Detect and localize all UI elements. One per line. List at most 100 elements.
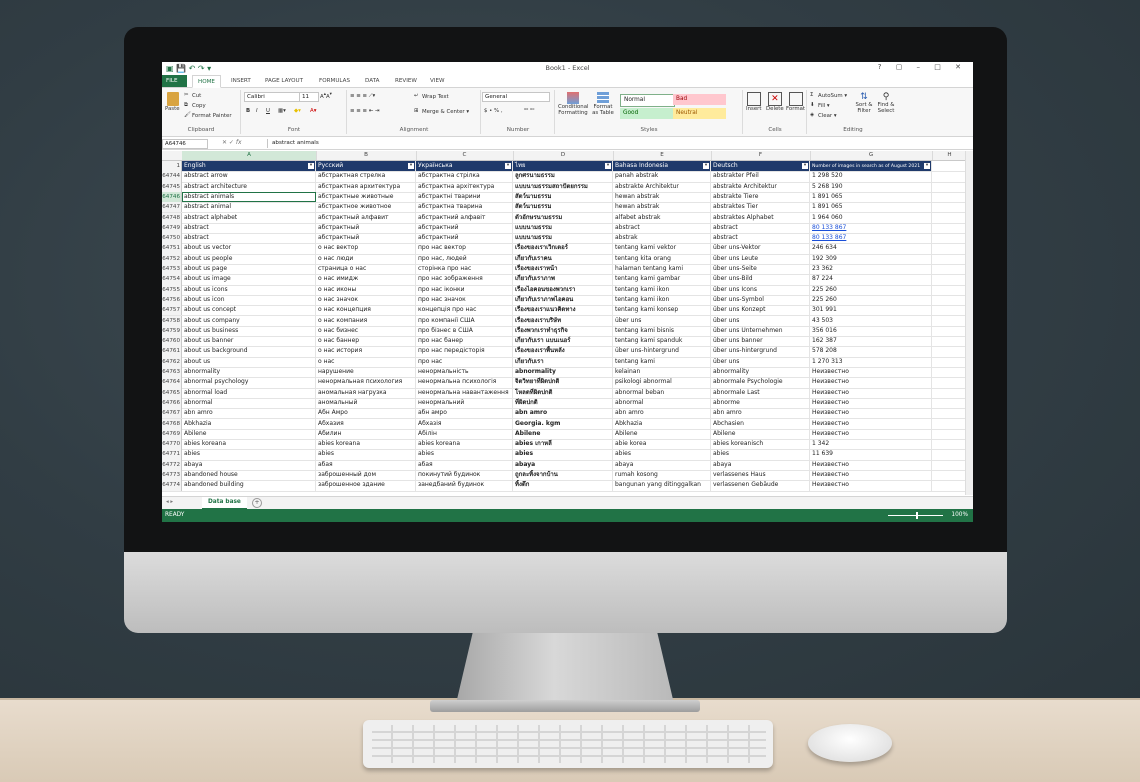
table-cell[interactable]: abies เกาหลี	[513, 439, 613, 450]
table-cell[interactable]: Неизвестно	[810, 377, 932, 388]
table-cell[interactable]: สัตว์นามธรรม	[513, 202, 613, 213]
table-cell[interactable]: 246 634	[810, 243, 932, 254]
table-cell[interactable]: ненормальная психология	[316, 377, 416, 388]
table-cell[interactable]: Abchasien	[711, 418, 810, 429]
table-cell[interactable]: verlassenen Gebäude	[711, 480, 810, 491]
table-cell[interactable]: о нас концепция	[316, 305, 416, 316]
table-cell[interactable]: Abkhazia	[182, 418, 316, 429]
font-name-dropdown[interactable]: Calibri	[244, 92, 300, 102]
row-number[interactable]: 64768	[162, 418, 182, 429]
table-cell[interactable]: hewan abstrak	[613, 202, 711, 213]
table-cell[interactable]: ненормальна психологія	[416, 377, 513, 388]
table-cell[interactable]: tentang kami	[613, 356, 711, 367]
table-cell[interactable]	[932, 418, 967, 429]
table-cell[interactable]: абстрактный алфавит	[316, 212, 416, 223]
table-cell[interactable]: абстрактні тварини	[416, 191, 513, 203]
table-cell[interactable]: about us icon	[182, 294, 316, 306]
number-format-dropdown[interactable]: General	[482, 92, 550, 102]
table-cell[interactable]: Неизвестно	[810, 408, 932, 419]
table-cell[interactable]: tentang kita orang	[613, 253, 711, 264]
zoom-level[interactable]: 100%	[951, 512, 968, 518]
table-cell[interactable]	[932, 356, 967, 367]
table-cell[interactable]: abandoned building	[182, 480, 316, 491]
table-cell[interactable]: абстрактна тварина	[416, 202, 513, 213]
table-cell[interactable]: สัตว์นามธรรม	[513, 191, 613, 203]
fill-button[interactable]: ⬇ Fill ▾	[810, 102, 830, 109]
font-color-icon[interactable]: A▾	[310, 108, 316, 114]
italic-button[interactable]: I	[256, 108, 258, 114]
table-cell[interactable]: über uns Unternehmen	[711, 325, 810, 337]
row-number[interactable]: 64748	[162, 212, 182, 223]
table-cell[interactable]	[932, 315, 967, 326]
table-cell[interactable]: абстрактное животное	[316, 202, 416, 213]
table-cell[interactable]: 225 260	[810, 284, 932, 295]
table-cell[interactable]: tentang kami ikon	[613, 294, 711, 306]
table-cell[interactable]: about us vector	[182, 243, 316, 254]
table-cell[interactable]: занедбаний будинок	[416, 480, 513, 491]
table-cell[interactable]: เรื่องของเราพื้นหลัง	[513, 346, 613, 357]
row-number[interactable]: 64764	[162, 377, 182, 388]
header-cell[interactable]: Deutsch ▾	[711, 161, 810, 172]
table-cell[interactable]: о нас вектор	[316, 243, 416, 254]
style-normal[interactable]: Normal	[620, 94, 675, 107]
table-cell[interactable]: 1 964 060	[810, 212, 932, 223]
row-number[interactable]: 64772	[162, 459, 182, 470]
table-cell[interactable]: about us page	[182, 264, 316, 275]
table-cell[interactable]: tentang kami gambar	[613, 274, 711, 285]
table-cell[interactable]: über uns-hintergrund	[613, 346, 711, 357]
table-cell[interactable]: über uns	[711, 315, 810, 326]
column-header-g[interactable]: G	[810, 151, 933, 160]
filter-dropdown-icon[interactable]: ▾	[924, 163, 930, 169]
table-cell[interactable]: abnormality	[711, 367, 810, 378]
row-number[interactable]: 1	[162, 161, 182, 172]
table-cell[interactable]: โหลดที่ผิดปกติ	[513, 387, 613, 398]
table-cell[interactable]: abaya	[513, 459, 613, 470]
table-cell[interactable]: abstract architecture	[182, 181, 316, 192]
table-cell[interactable]: Абхазія	[416, 418, 513, 429]
table-cell[interactable]: abstrakte Tiere	[711, 191, 810, 203]
table-cell[interactable]: abaya	[182, 459, 316, 470]
column-header-d[interactable]: D	[513, 151, 614, 160]
table-cell[interactable]: tentang kami ikon	[613, 284, 711, 295]
table-cell[interactable]: über uns Leute	[711, 253, 810, 264]
tab-formulas[interactable]: FORMULAS	[314, 75, 355, 87]
table-cell[interactable]: bangunan yang ditinggalkan	[613, 480, 711, 491]
delete-cells-button[interactable]: ✕ Delete	[766, 92, 784, 112]
autosum-button[interactable]: Σ AutoSum ▾	[810, 92, 847, 99]
table-cell[interactable]: about us concept	[182, 305, 316, 316]
table-cell[interactable]: о нас бизнес	[316, 325, 416, 337]
row-number[interactable]: 64766	[162, 397, 182, 409]
table-cell[interactable]	[932, 284, 967, 295]
table-cell[interactable]: 5 268 190	[810, 181, 932, 192]
table-cell[interactable]: абстрактная архитектура	[316, 181, 416, 192]
table-cell[interactable]	[932, 212, 967, 223]
table-cell[interactable]: über uns-hintergrund	[711, 346, 810, 357]
table-cell[interactable]	[932, 459, 967, 470]
row-number[interactable]: 64744	[162, 171, 182, 182]
table-cell[interactable]	[932, 346, 967, 357]
table-cell[interactable]: абстрактний	[416, 233, 513, 244]
table-cell[interactable]	[932, 191, 967, 203]
row-number[interactable]: 64773	[162, 470, 182, 481]
wrap-text-button[interactable]: ↵ Wrap Text	[414, 93, 449, 100]
tab-home[interactable]: HOME	[192, 75, 221, 88]
row-number[interactable]: 64771	[162, 449, 182, 460]
table-cell[interactable]: abstraktes Alphabet	[711, 212, 810, 223]
filter-dropdown-icon[interactable]: ▾	[605, 163, 611, 169]
table-cell[interactable]: über uns-Symbol	[711, 294, 810, 306]
column-header-h[interactable]: H	[932, 151, 968, 160]
table-cell[interactable]	[932, 171, 967, 182]
table-cell[interactable]: เกี่ยวกับเรา แบนเนอร์	[513, 336, 613, 347]
table-cell[interactable]: über uns Konzept	[711, 305, 810, 316]
table-cell[interactable]	[932, 181, 967, 192]
table-cell[interactable]: psikologi abnormal	[613, 377, 711, 388]
table-cell[interactable]: alfabet abstrak	[613, 212, 711, 223]
table-cell[interactable]: Неизвестно	[810, 459, 932, 470]
table-cell[interactable]: über uns Icons	[711, 284, 810, 295]
table-cell[interactable]: абстрактна архітектура	[416, 181, 513, 192]
table-cell[interactable]: abies	[513, 449, 613, 460]
column-header-a[interactable]: A	[182, 151, 317, 160]
table-cell[interactable]: เกี่ยวกับเราคน	[513, 253, 613, 264]
borders-icon[interactable]: ▦▾	[278, 108, 286, 114]
align-top-icons[interactable]: ≡ ≡ ≡ ⟋▾	[350, 93, 375, 100]
